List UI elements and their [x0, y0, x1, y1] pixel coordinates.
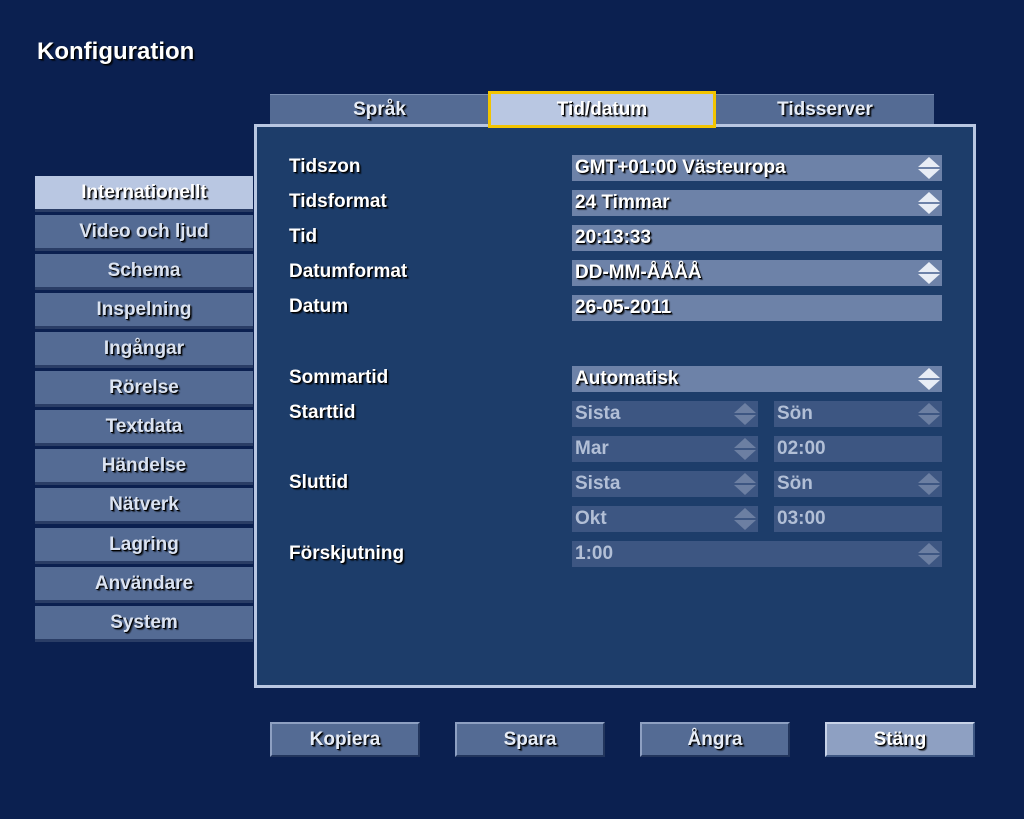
sidebar-item-ingangar[interactable]: Ingångar — [35, 332, 253, 368]
starttid-time-input: 02:00 — [774, 436, 942, 462]
sidebar-item-anvandare[interactable]: Användare — [35, 567, 253, 603]
forskjutning-label: Förskjutning — [289, 543, 405, 564]
sluttid-week-select: Sista — [572, 471, 758, 497]
spinner-arrows-icon — [918, 543, 940, 565]
kopiera-button[interactable]: Kopiera — [270, 722, 420, 757]
sluttid-week-value: Sista — [575, 473, 621, 494]
forskjutning-select: 1:00 — [572, 541, 942, 567]
page-title: Konfiguration — [37, 38, 195, 65]
tid-value: 20:13:33 — [575, 227, 652, 248]
forskjutning-value: 1:00 — [575, 543, 614, 564]
sidebar-item-rorelse[interactable]: Rörelse — [35, 371, 253, 407]
spinner-arrows-icon — [734, 508, 756, 530]
sommartid-value: Automatisk — [575, 368, 679, 389]
sluttid-month-select: Okt — [572, 506, 758, 532]
sluttid-label: Sluttid — [289, 472, 349, 493]
angra-button[interactable]: Ångra — [640, 722, 790, 757]
spinner-arrows-icon — [734, 403, 756, 425]
tab-sprak[interactable]: Språk — [270, 94, 489, 125]
tidszon-select[interactable]: GMT+01:00 Västeuropa — [572, 155, 942, 181]
sommartid-label: Sommartid — [289, 367, 389, 388]
spinner-arrows-icon[interactable] — [918, 368, 940, 390]
sidebar-item-textdata[interactable]: Textdata — [35, 410, 253, 446]
sluttid-time-input: 03:00 — [774, 506, 942, 532]
sidebar-item-lagring[interactable]: Lagring — [35, 528, 253, 564]
datumformat-label: Datumformat — [289, 261, 408, 282]
datum-value: 26-05-2011 — [575, 297, 672, 318]
starttid-time-value: 02:00 — [777, 438, 826, 459]
starttid-week-select: Sista — [572, 401, 758, 427]
sluttid-month-value: Okt — [575, 508, 607, 529]
spinner-arrows-icon — [918, 403, 940, 425]
sluttid-day-select: Sön — [774, 471, 942, 497]
sidebar-item-natverk[interactable]: Nätverk — [35, 488, 253, 524]
sommartid-select[interactable]: Automatisk — [572, 366, 942, 392]
tidsformat-value: 24 Timmar — [575, 192, 670, 213]
stang-button[interactable]: Stäng — [825, 722, 975, 757]
sidebar-item-inspelning[interactable]: Inspelning — [35, 293, 253, 329]
sluttid-time-value: 03:00 — [777, 508, 826, 529]
starttid-month-select: Mar — [572, 436, 758, 462]
sluttid-day-value: Sön — [777, 473, 813, 494]
sidebar-item-video-och-ljud[interactable]: Video och ljud — [35, 215, 253, 251]
tab-tidsserver[interactable]: Tidsserver — [716, 94, 934, 125]
spinner-arrows-icon[interactable] — [918, 192, 940, 214]
sidebar-item-handelse[interactable]: Händelse — [35, 449, 253, 485]
spara-button[interactable]: Spara — [455, 722, 605, 757]
spinner-arrows-icon — [918, 473, 940, 495]
starttid-month-value: Mar — [575, 438, 609, 459]
spinner-arrows-icon — [734, 473, 756, 495]
starttid-label: Starttid — [289, 402, 356, 423]
starttid-day-select: Sön — [774, 401, 942, 427]
spinner-arrows-icon[interactable] — [918, 157, 940, 179]
tidsformat-select[interactable]: 24 Timmar — [572, 190, 942, 216]
datum-input[interactable]: 26-05-2011 — [572, 295, 942, 321]
datumformat-value: DD-MM-ÅÅÅÅ — [575, 262, 702, 283]
sidebar-item-internationellt[interactable]: Internationellt — [35, 176, 253, 212]
sidebar-item-system[interactable]: System — [35, 606, 253, 642]
tid-input[interactable]: 20:13:33 — [572, 225, 942, 251]
tid-label: Tid — [289, 226, 318, 247]
datum-label: Datum — [289, 296, 349, 317]
tidszon-label: Tidszon — [289, 156, 361, 177]
sidebar-item-schema[interactable]: Schema — [35, 254, 253, 290]
spinner-arrows-icon — [734, 438, 756, 460]
tab-tid-datum[interactable]: Tid/datum — [488, 91, 716, 128]
datumformat-select[interactable]: DD-MM-ÅÅÅÅ — [572, 260, 942, 286]
tidsformat-label: Tidsformat — [289, 191, 387, 212]
starttid-day-value: Sön — [777, 403, 813, 424]
spinner-arrows-icon[interactable] — [918, 262, 940, 284]
tidszon-value: GMT+01:00 Västeuropa — [575, 157, 786, 178]
starttid-week-value: Sista — [575, 403, 621, 424]
